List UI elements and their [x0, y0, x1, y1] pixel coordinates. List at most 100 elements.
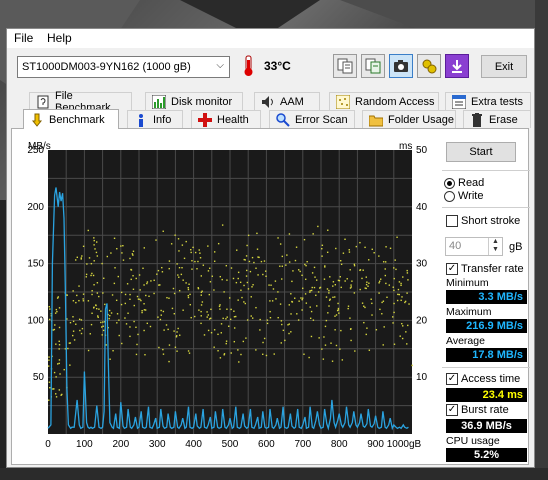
- tab-folder-usage[interactable]: Folder Usage: [362, 110, 456, 128]
- access-time-point: [166, 296, 168, 299]
- access-time-point: [48, 381, 51, 383]
- access-time-point: [129, 335, 131, 338]
- access-time-point: [223, 291, 225, 293]
- access-time-point: [408, 303, 410, 305]
- access-time-point: [384, 261, 387, 263]
- access-time-point: [353, 264, 356, 267]
- access-time-point: [396, 299, 399, 302]
- short-stroke-checkbox[interactable]: Short stroke: [446, 215, 520, 227]
- access-time-point: [73, 339, 76, 341]
- start-button[interactable]: Start: [446, 142, 516, 162]
- copy-text-button[interactable]: [333, 54, 357, 78]
- access-time-point: [341, 359, 344, 361]
- access-time-point: [309, 290, 311, 292]
- tab-disk-monitor[interactable]: Disk monitor: [145, 92, 243, 110]
- access-time-point: [281, 255, 284, 258]
- access-time-point: [378, 255, 380, 257]
- access-time-point: [326, 288, 329, 290]
- tab-random-access[interactable]: Random Access: [329, 92, 439, 110]
- access-time-point: [207, 270, 210, 272]
- access-time-point: [189, 293, 191, 296]
- access-time-point: [323, 336, 325, 338]
- access-time-point: [321, 348, 323, 350]
- menu-help[interactable]: Help: [47, 31, 72, 45]
- access-time-point: [317, 225, 319, 228]
- access-time-point: [146, 281, 149, 283]
- tab-info[interactable]: Info: [127, 110, 183, 128]
- access-time-point: [407, 324, 409, 327]
- access-time-point: [382, 261, 385, 263]
- tab-label: AAM: [280, 95, 304, 108]
- access-time-point: [332, 296, 334, 299]
- access-time-point: [55, 396, 58, 398]
- transfer-rate-checkbox[interactable]: ✓ Transfer rate: [446, 263, 524, 275]
- write-label: Write: [458, 190, 484, 202]
- access-time-point: [380, 278, 382, 280]
- burst-rate-value: 36.9 MB/s: [446, 419, 527, 433]
- access-time-point: [143, 303, 145, 305]
- access-time-point: [324, 325, 327, 328]
- access-time-point: [407, 279, 409, 281]
- access-time-point: [305, 264, 307, 267]
- access-time-point: [389, 247, 392, 250]
- burst-rate-checkbox[interactable]: ✓ Burst rate: [446, 404, 509, 416]
- tab-erase[interactable]: Erase: [463, 110, 531, 128]
- access-time-point: [190, 316, 192, 319]
- access-time-point: [353, 263, 356, 266]
- access-time-point: [173, 313, 176, 315]
- info-icon: [134, 113, 148, 127]
- tab-aam[interactable]: AAM: [254, 92, 320, 110]
- access-time-checkbox[interactable]: ✓ Access time: [446, 373, 520, 385]
- tab-extra-tests[interactable]: Extra tests: [445, 92, 531, 110]
- access-time-point: [317, 291, 320, 293]
- screenshot-button[interactable]: [389, 54, 413, 78]
- access-time-point: [133, 320, 135, 323]
- access-time-point: [187, 350, 190, 352]
- drive-select[interactable]: ST1000DM003-9YN162 (1000 gB) ⌵: [17, 56, 230, 78]
- read-radio[interactable]: Read: [444, 177, 484, 189]
- access-time-point: [132, 275, 134, 277]
- access-time-point: [398, 293, 401, 296]
- access-time-point: [168, 260, 171, 262]
- access-time-point: [310, 289, 313, 292]
- short-stroke-input[interactable]: 40 ▲ ▼: [445, 237, 503, 256]
- tab-file-benchmark[interactable]: File Benchmark: [29, 90, 132, 114]
- access-time-point: [185, 282, 187, 284]
- save-button[interactable]: [445, 54, 469, 78]
- divider: [442, 207, 530, 208]
- tab-error-scan[interactable]: Error Scan: [269, 110, 355, 128]
- access-time-point: [294, 297, 296, 299]
- options-button[interactable]: [417, 54, 441, 78]
- menu-file[interactable]: File: [14, 31, 33, 45]
- copy-info-button[interactable]: [361, 54, 385, 78]
- access-time-point: [340, 263, 343, 266]
- access-time-point: [328, 289, 330, 292]
- access-time-point: [393, 302, 395, 305]
- access-time-point: [162, 353, 165, 355]
- access-time-point: [398, 281, 401, 283]
- access-time-point: [183, 257, 186, 260]
- access-time-point: [200, 322, 202, 325]
- access-time-point: [379, 308, 381, 311]
- access-time-point: [337, 279, 340, 282]
- spinner-icon[interactable]: ▲ ▼: [488, 238, 502, 255]
- access-time-point: [157, 269, 160, 272]
- access-time-point: [335, 314, 338, 316]
- access-time-point: [78, 285, 80, 287]
- access-time-point: [200, 275, 203, 277]
- access-time-point: [373, 252, 375, 254]
- access-time-point: [219, 304, 221, 306]
- write-radio[interactable]: Write: [444, 190, 483, 202]
- exit-button[interactable]: Exit: [481, 55, 527, 78]
- access-time-point: [190, 248, 192, 251]
- access-time-point: [90, 262, 93, 265]
- access-time-point: [404, 300, 407, 303]
- x-tick-label: 900: [367, 439, 384, 450]
- tab-benchmark[interactable]: Benchmark: [23, 109, 119, 129]
- access-time-point: [284, 339, 286, 342]
- access-time-point: [174, 234, 176, 236]
- access-time-point: [321, 248, 323, 250]
- access-time-point: [296, 313, 298, 315]
- tab-health[interactable]: Health: [191, 110, 261, 128]
- access-time-point: [260, 260, 263, 263]
